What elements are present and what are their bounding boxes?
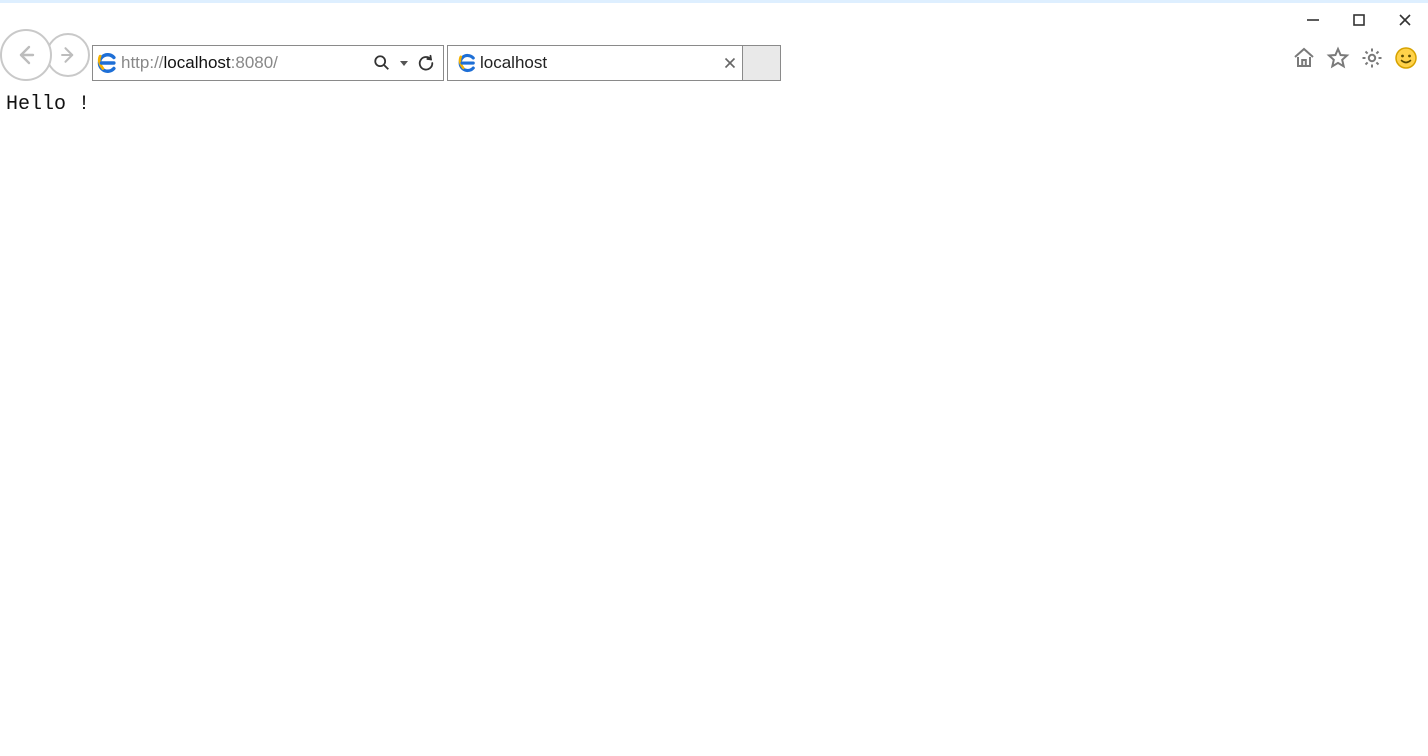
- tab-title: localhost: [480, 53, 718, 73]
- feedback-smiley-button[interactable]: [1392, 44, 1420, 72]
- url-display[interactable]: http://localhost:8080/: [121, 53, 371, 73]
- window-close-button[interactable]: [1382, 3, 1428, 37]
- x-icon: [724, 57, 736, 69]
- forward-arrow-icon: [57, 44, 79, 66]
- back-arrow-icon: [13, 42, 39, 68]
- forward-button[interactable]: [46, 33, 90, 77]
- address-bar: http://localhost:8080/: [92, 45, 444, 81]
- caret-down-icon: [400, 59, 408, 67]
- search-icon: [373, 54, 391, 72]
- back-button[interactable]: [0, 29, 52, 81]
- close-icon: [1398, 13, 1412, 27]
- tab-close-button[interactable]: [718, 57, 742, 69]
- window-controls: [1290, 3, 1428, 37]
- command-bar: [1290, 40, 1420, 76]
- new-tab-button[interactable]: [743, 45, 781, 81]
- star-icon: [1326, 46, 1350, 70]
- minimize-icon: [1306, 13, 1320, 27]
- tab-favicon: [454, 53, 480, 73]
- search-button[interactable]: [371, 52, 393, 74]
- smiley-icon: [1394, 46, 1418, 70]
- refresh-icon: [417, 54, 435, 72]
- address-bar-site-icon: [93, 52, 121, 74]
- search-options-dropdown[interactable]: [399, 52, 409, 74]
- home-icon: [1292, 46, 1316, 70]
- browser-chrome: http://localhost:8080/ localhost: [0, 3, 1428, 83]
- address-bar-right-icons: [371, 52, 443, 74]
- ie-logo-icon: [457, 53, 477, 73]
- tab-active[interactable]: localhost: [447, 45, 743, 81]
- favorites-button[interactable]: [1324, 44, 1352, 72]
- url-protocol: http://: [121, 53, 164, 72]
- page-body-text: Hello !: [6, 93, 90, 116]
- home-button[interactable]: [1290, 44, 1318, 72]
- window-minimize-button[interactable]: [1290, 3, 1336, 37]
- tab-strip: localhost: [447, 43, 781, 81]
- nav-buttons: [0, 27, 90, 83]
- ie-logo-icon: [96, 52, 118, 74]
- url-port-path: :8080/: [231, 53, 278, 72]
- gear-icon: [1360, 46, 1384, 70]
- window-maximize-button[interactable]: [1336, 3, 1382, 37]
- page-content: Hello !: [0, 83, 1428, 126]
- url-host: localhost: [164, 53, 231, 72]
- tools-button[interactable]: [1358, 44, 1386, 72]
- refresh-button[interactable]: [415, 52, 437, 74]
- maximize-icon: [1352, 13, 1366, 27]
